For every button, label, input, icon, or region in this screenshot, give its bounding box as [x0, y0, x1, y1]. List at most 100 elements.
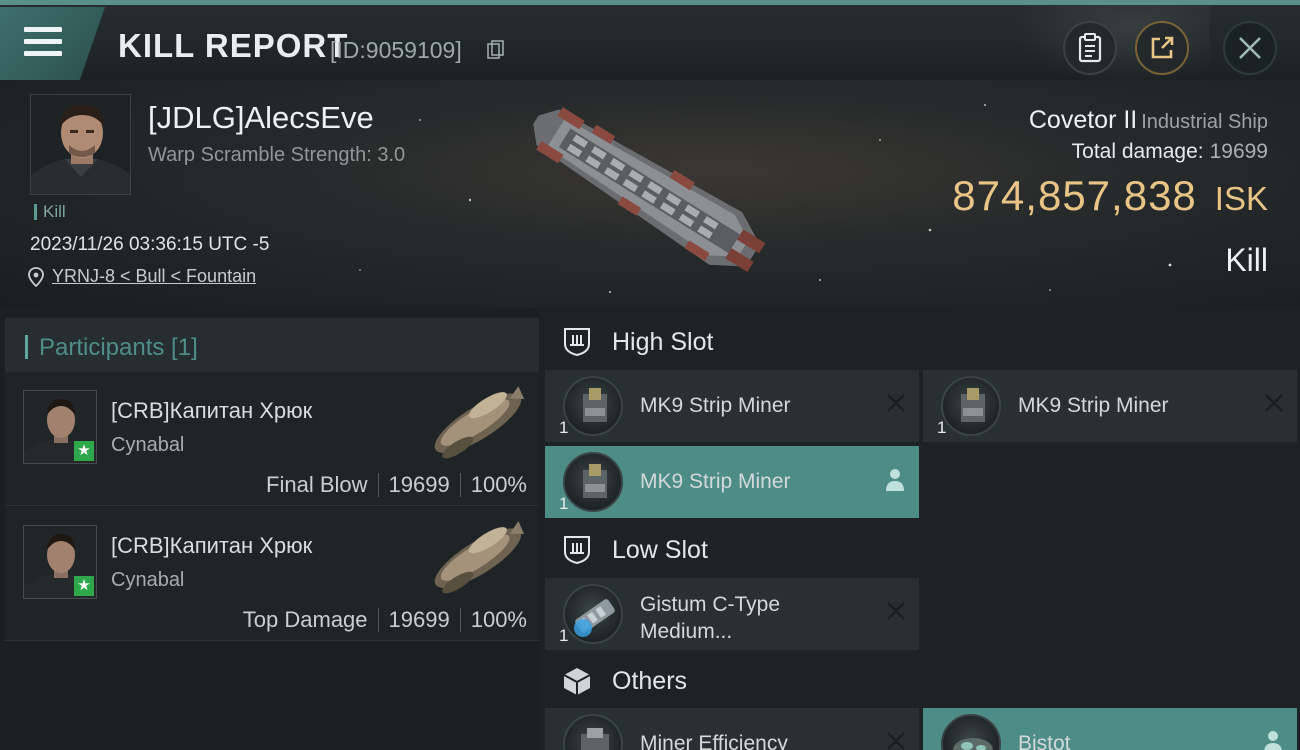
close-icon [1239, 37, 1261, 59]
module-name: MK9 Strip Miner [640, 470, 791, 493]
module-name: Gistum C-Type Medium... [640, 591, 860, 645]
report-id: [ID:9059109] [330, 37, 462, 63]
module-name: Bistot [1018, 732, 1071, 750]
high-slot-icon [564, 328, 590, 357]
high-slot-header: High Slot [545, 312, 1300, 372]
menu-button[interactable] [0, 7, 105, 80]
participant-ship-image [434, 521, 525, 594]
module-quantity: 1 [559, 494, 569, 513]
participant-row[interactable]: ★ [CRB]Капитан Хрюк Cynabal Top Damage 1… [5, 507, 539, 641]
strip-miner-icon [563, 452, 623, 512]
total-damage: Total damage: 19699 [1072, 140, 1268, 164]
destroyed-x-icon [1265, 394, 1283, 412]
copy-icon[interactable] [487, 40, 505, 60]
participant-percent: 100% [470, 472, 527, 497]
destroyed-x-icon [887, 394, 905, 412]
low-slot-header: Low Slot [545, 520, 1300, 580]
ship-name: Covetor II Industrial Ship [1029, 106, 1268, 135]
participant-ship: Cynabal [111, 434, 185, 456]
module-item-selected[interactable]: 1 MK9 Strip Miner [545, 446, 919, 518]
low-slot-label: Low Slot [612, 535, 708, 564]
ore-icon [941, 714, 1001, 750]
destroyed-x-icon [887, 602, 905, 620]
module-name-line1: Gistum C-Type [640, 593, 781, 616]
victim-ship-image [533, 107, 766, 273]
module-item[interactable]: 1 MK9 Strip Miner [923, 370, 1297, 442]
menu-icon [24, 27, 62, 57]
module-item[interactable]: 1 Gistum C-Type Medium... [545, 578, 919, 650]
total-damage-value: 19699 [1209, 140, 1268, 163]
result-label: Kill [1225, 242, 1268, 278]
kill-location[interactable]: YRNJ-8 < Bull < Fountain [28, 266, 256, 287]
ship-type[interactable]: Covetor II [1029, 106, 1137, 134]
final-blow-star-icon: ★ [74, 576, 94, 596]
share-icon [1151, 36, 1174, 59]
module-name: Miner Efficiency [640, 732, 788, 750]
person-icon [1264, 731, 1282, 750]
share-button[interactable] [1135, 21, 1189, 75]
participants-header-accent [25, 335, 28, 359]
module-name: MK9 Strip Miner [1018, 394, 1169, 417]
participants-title: Participants [1] [39, 334, 198, 361]
isk-value: 874,857,838 ISK [952, 172, 1268, 220]
participant-name[interactable]: [CRB]Капитан Хрюк [111, 398, 312, 424]
participant-row[interactable]: ★ [CRB]Капитан Хрюк Cynabal Final Blow 1… [5, 372, 539, 506]
participant-ship-image [434, 386, 525, 459]
participant-avatar[interactable]: ★ [23, 525, 97, 599]
participant-damage: 19699 [388, 607, 450, 632]
participant-percent: 100% [470, 607, 527, 632]
others-header: Others [545, 651, 1300, 711]
module-name-line2: Medium... [640, 620, 733, 643]
participant-avatar[interactable]: ★ [23, 390, 97, 464]
person-icon [886, 469, 904, 491]
kill-summary: [JDLG]AlecsEve Warp Scramble Strength: 3… [0, 80, 1300, 308]
kill-datetime: 2023/11/26 03:36:15 UTC -5 [30, 234, 270, 255]
stat-divider [459, 608, 461, 632]
victim-name[interactable]: [JDLG]AlecsEve [148, 100, 374, 136]
participant-damage: 19699 [388, 472, 450, 497]
isk-unit: ISK [1214, 180, 1268, 217]
module-item[interactable]: 1 MK9 Strip Miner [545, 370, 919, 442]
miner-efficiency-icon [563, 714, 623, 750]
page-title: KILL REPORT [118, 27, 349, 64]
participants-header: Participants [1] [5, 318, 539, 373]
stat-divider [377, 608, 379, 632]
header-bar: KILL REPORT [ID:9059109] [0, 0, 1300, 85]
isk-amount: 874,857,838 [952, 172, 1197, 219]
participant-stats: Final Blow 19699 100% [266, 472, 527, 498]
module-item[interactable]: Miner Efficiency [545, 708, 919, 750]
clipboard-button[interactable] [1063, 21, 1117, 75]
clipboard-icon [1078, 33, 1102, 63]
ship-class: Industrial Ship [1141, 111, 1268, 133]
cargo-box-icon [563, 668, 591, 695]
low-slot-icon [564, 536, 590, 565]
module-quantity: 1 [559, 626, 569, 645]
participant-role: Final Blow [266, 472, 368, 497]
victim-portrait[interactable] [30, 94, 131, 195]
participant-ship: Cynabal [111, 569, 185, 591]
stat-divider [459, 473, 461, 497]
destroyed-x-icon [887, 732, 905, 750]
others-label: Others [612, 666, 688, 695]
strip-miner-icon [941, 376, 1001, 436]
location-link[interactable]: YRNJ-8 < Bull < Fountain [52, 266, 256, 287]
module-quantity: 1 [937, 418, 947, 437]
participant-role: Top Damage [242, 607, 368, 632]
final-blow-star-icon: ★ [74, 441, 94, 461]
module-name: MK9 Strip Miner [640, 394, 791, 417]
participant-stats: Top Damage 19699 100% [243, 607, 527, 633]
participants-panel: Participants [1] ★ [CRB]Капитан Хрюк Cyn… [0, 308, 540, 750]
participant-name[interactable]: [CRB]Капитан Хрюк [111, 533, 312, 559]
fitting-panel: High Slot 1 MK9 Strip Miner 1 MK9 Strip … [540, 308, 1300, 750]
shield-booster-icon [563, 584, 623, 644]
strip-miner-icon [563, 376, 623, 436]
high-slot-label: High Slot [612, 327, 714, 356]
warp-scramble-strength: Warp Scramble Strength: 3.0 [148, 144, 406, 166]
kill-tag: Kill [34, 203, 66, 220]
module-item-selected[interactable]: Bistot [923, 708, 1297, 750]
close-button[interactable] [1223, 21, 1277, 75]
stat-divider [377, 473, 379, 497]
location-pin-icon [28, 266, 44, 287]
total-damage-label: Total damage: [1071, 140, 1204, 163]
module-quantity: 1 [559, 418, 569, 437]
